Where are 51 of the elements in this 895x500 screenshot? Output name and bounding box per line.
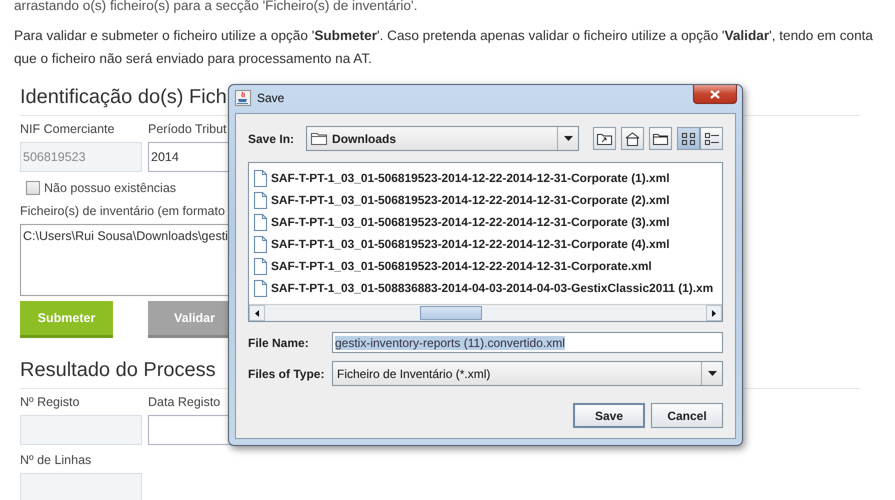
caret-icon [564,136,572,141]
file-icon [254,170,267,186]
file-item[interactable]: SAF-T-PT-1_03_01-508836883-2014-04-03-2014-04-03-GestixClassic2011 (1).xm [254,277,722,299]
close-icon [710,90,720,98]
cancel-button[interactable]: Cancel [651,403,723,428]
home-button[interactable] [621,127,644,150]
text-field[interactable] [20,473,142,500]
folder-icon [653,132,668,144]
file-icon [254,258,267,274]
scroll-left-icon [255,310,259,316]
field-label: Data Registo [148,394,220,411]
window-title: Save [257,91,284,105]
file-item[interactable]: SAF-T-PT-1_03_01-506819523-2014-12-22-2014-12-31-Corporate.xml [254,255,722,277]
file-item[interactable]: SAF-T-PT-1_03_01-506819523-2014-12-22-2014-12-31-Corporate (3).xml [254,211,722,233]
checkbox[interactable] [26,181,40,195]
file-item[interactable]: SAF-T-PT-1_03_01-506819523-2014-12-22-2014-12-31-Corporate (2).xml [254,189,722,211]
field-label: Nº Registo [20,394,80,411]
file-name-label: File Name: [248,336,310,350]
file-type-dropdown[interactable]: Ficheiro de Inventário (*.xml) [332,361,723,386]
up-folder-button[interactable] [593,127,616,150]
up-folder-icon [597,132,612,145]
save-button[interactable]: Save [573,403,645,428]
instruction-text: arrastando o(s) ficheiro(s) para a secção 'Ficheiro(s) de inventário'. [14,0,418,12]
file-item[interactable]: SAF-T-PT-1_03_01-506819523-2014-12-22-2014-12-31-Corporate (4).xml [254,233,722,255]
checkbox-label: Não possuo existências [44,180,176,197]
file-icon [254,280,267,296]
details-view-button[interactable] [700,127,723,150]
text-field[interactable] [20,415,142,445]
caret-icon [708,371,716,376]
file-type-label: Files of Type: [248,366,326,380]
scroll-thumb[interactable] [420,306,482,320]
home-icon [625,132,640,146]
scroll-right-icon [712,310,716,316]
details-view-icon [704,130,720,146]
location-dropdown[interactable]: Downloads [306,126,579,151]
new-folder-button[interactable] [649,127,672,150]
field-label: NIF Comerciante [20,121,114,138]
list-view-button[interactable] [677,127,700,150]
field-label: Período Tribut [148,121,227,138]
folder-icon [311,132,328,145]
file-icon [254,236,267,252]
field-label: Nº de Linhas [20,452,92,469]
instruction-text: Para validar e submeter o ficheiro utilize a opção 'Submeter'. Caso pretenda apenas validar o ficheiro utilize a opção 'Validar', tendo em conta que o ficheiro não será enviado para processamento na AT. [14,27,874,68]
file-icon [254,214,267,230]
java-cup-icon [235,90,251,106]
field-label: Ficheiro(s) de inventário (em formato [20,204,225,218]
list-view-icon [680,130,696,146]
file-icon [254,192,267,208]
horizontal-scrollbar[interactable] [249,304,722,321]
close-button[interactable] [693,85,737,104]
file-name-field[interactable]: gestix-inventory-reports (11).convertido.xml [332,332,723,353]
